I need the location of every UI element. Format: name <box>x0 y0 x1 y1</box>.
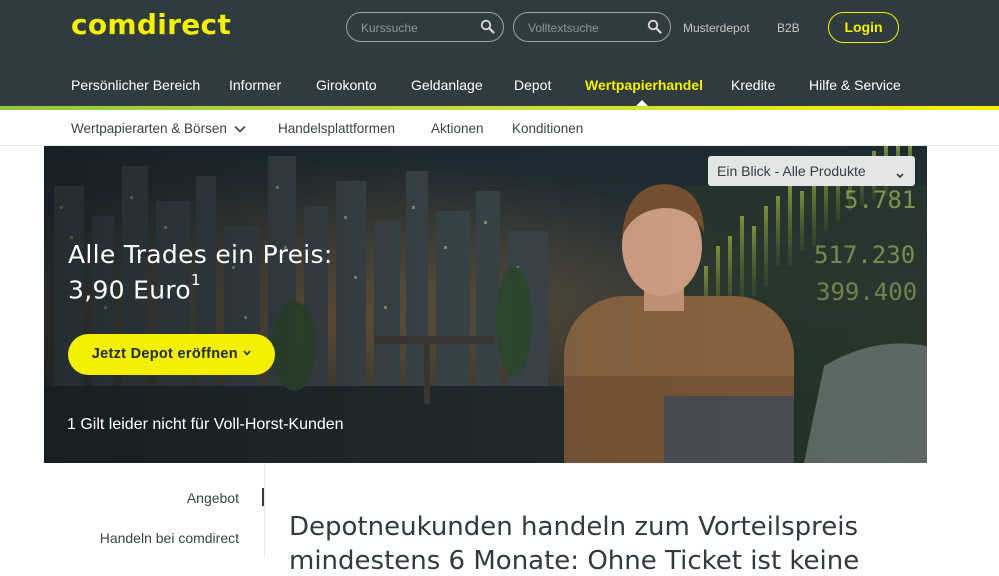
ticker-number: 399.400 <box>816 278 918 306</box>
hero-footnote-marker: 1 <box>190 271 201 289</box>
ticker-number: 517.230 <box>814 241 916 269</box>
nav-hilfe-service[interactable]: Hilfe & Service <box>809 77 901 93</box>
comdirect-logo[interactable]: comdirect <box>71 8 231 41</box>
b2b-link[interactable]: B2B <box>777 21 800 35</box>
subnav-handelsplattformen[interactable]: Handelsplattformen <box>278 121 395 136</box>
hero-price: 3,90 Euro <box>68 275 191 305</box>
nav-wertpapierhandel[interactable]: Wertpapierhandel <box>585 77 703 93</box>
brand-stripe <box>0 106 999 110</box>
open-depot-button[interactable]: Jetzt Depot eröffnen <box>68 334 275 375</box>
product-overview-select[interactable]: Ein Blick - Alle Produkte <box>708 156 915 186</box>
subnav-aktionen[interactable]: Aktionen <box>431 121 484 136</box>
hero-headline-line2: 3,90 Euro1 <box>68 271 201 305</box>
fulltext-search-field[interactable]: Volltextsuche <box>513 12 671 42</box>
ticker-number: 5.781 <box>844 186 917 214</box>
quote-search-placeholder: Kurssuche <box>361 21 418 35</box>
nav-girokonto[interactable]: Girokonto <box>316 77 377 93</box>
nav-kredite[interactable]: Kredite <box>731 77 775 93</box>
product-overview-value: Ein Blick - Alle Produkte <box>717 163 866 179</box>
nav-depot[interactable]: Depot <box>514 77 551 93</box>
hero-footnote: 1 Gilt leider nicht für Voll-Horst-Kunde… <box>67 416 344 433</box>
section-heading-continued: mindestens 6 Monate: Ohne Ticket ist kei… <box>289 546 860 576</box>
subnav-wertpapierarten-label: Wertpapierarten & Börsen <box>71 121 227 136</box>
search-icon[interactable] <box>480 19 495 39</box>
section-heading: Depotneukunden handeln zum Vorteilspreis <box>289 512 859 542</box>
quote-search-field[interactable]: Kurssuche <box>346 12 504 42</box>
chevron-down-icon <box>234 125 246 133</box>
subnav-konditionen[interactable]: Konditionen <box>512 121 583 136</box>
subnav-wertpapierarten[interactable]: Wertpapierarten & Börsen <box>71 121 246 136</box>
nav-geldanlage[interactable]: Geldanlage <box>411 77 483 93</box>
fulltext-search-placeholder: Volltextsuche <box>528 21 599 35</box>
sidebar-item-angebot[interactable]: Angebot <box>187 490 239 506</box>
nav-persoenlicher-bereich[interactable]: Persönlicher Bereich <box>71 77 200 93</box>
login-button[interactable]: Login <box>828 12 899 43</box>
hero-banner: 5.781 517.230 399.400 Alle Trades ein Pr… <box>44 146 927 463</box>
sidebar-divider <box>264 463 265 558</box>
open-depot-label: Jetzt Depot eröffnen <box>91 346 238 362</box>
search-icon[interactable] <box>647 19 662 39</box>
chevron-down-icon <box>895 163 905 193</box>
chevron-down-icon <box>243 350 251 356</box>
nav-informer[interactable]: Informer <box>229 77 281 93</box>
sidebar-active-indicator <box>262 488 264 506</box>
sidebar-item-handeln[interactable]: Handeln bei comdirect <box>100 530 239 546</box>
hero-headline-line1: Alle Trades ein Preis: <box>68 240 333 269</box>
site-header: comdirect Kurssuche Volltextsuche Muster… <box>0 0 999 106</box>
musterdepot-link[interactable]: Musterdepot <box>683 21 750 35</box>
